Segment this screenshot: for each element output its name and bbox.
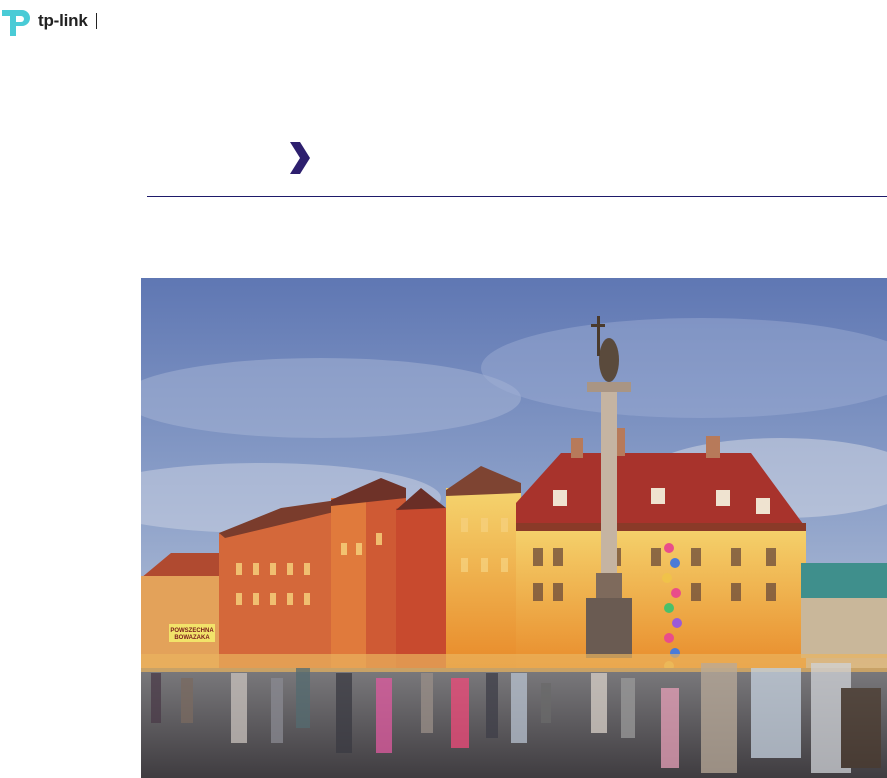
document-page: tp-link POWSZECHNA BOWAZAKA xyxy=(0,0,887,778)
logo-text: tp-link xyxy=(38,11,88,30)
svg-text:BOWAZAKA: BOWAZAKA xyxy=(174,635,210,641)
svg-text:POWSZECHNA: POWSZECHNA xyxy=(170,628,214,634)
tp-link-logo-icon xyxy=(0,4,36,38)
chevron-right-icon xyxy=(287,142,311,174)
section-divider xyxy=(147,196,887,197)
logo-separator xyxy=(95,13,97,29)
brand-logo: tp-link xyxy=(0,4,97,38)
city-square-photo: POWSZECHNA BOWAZAKA xyxy=(141,278,887,778)
